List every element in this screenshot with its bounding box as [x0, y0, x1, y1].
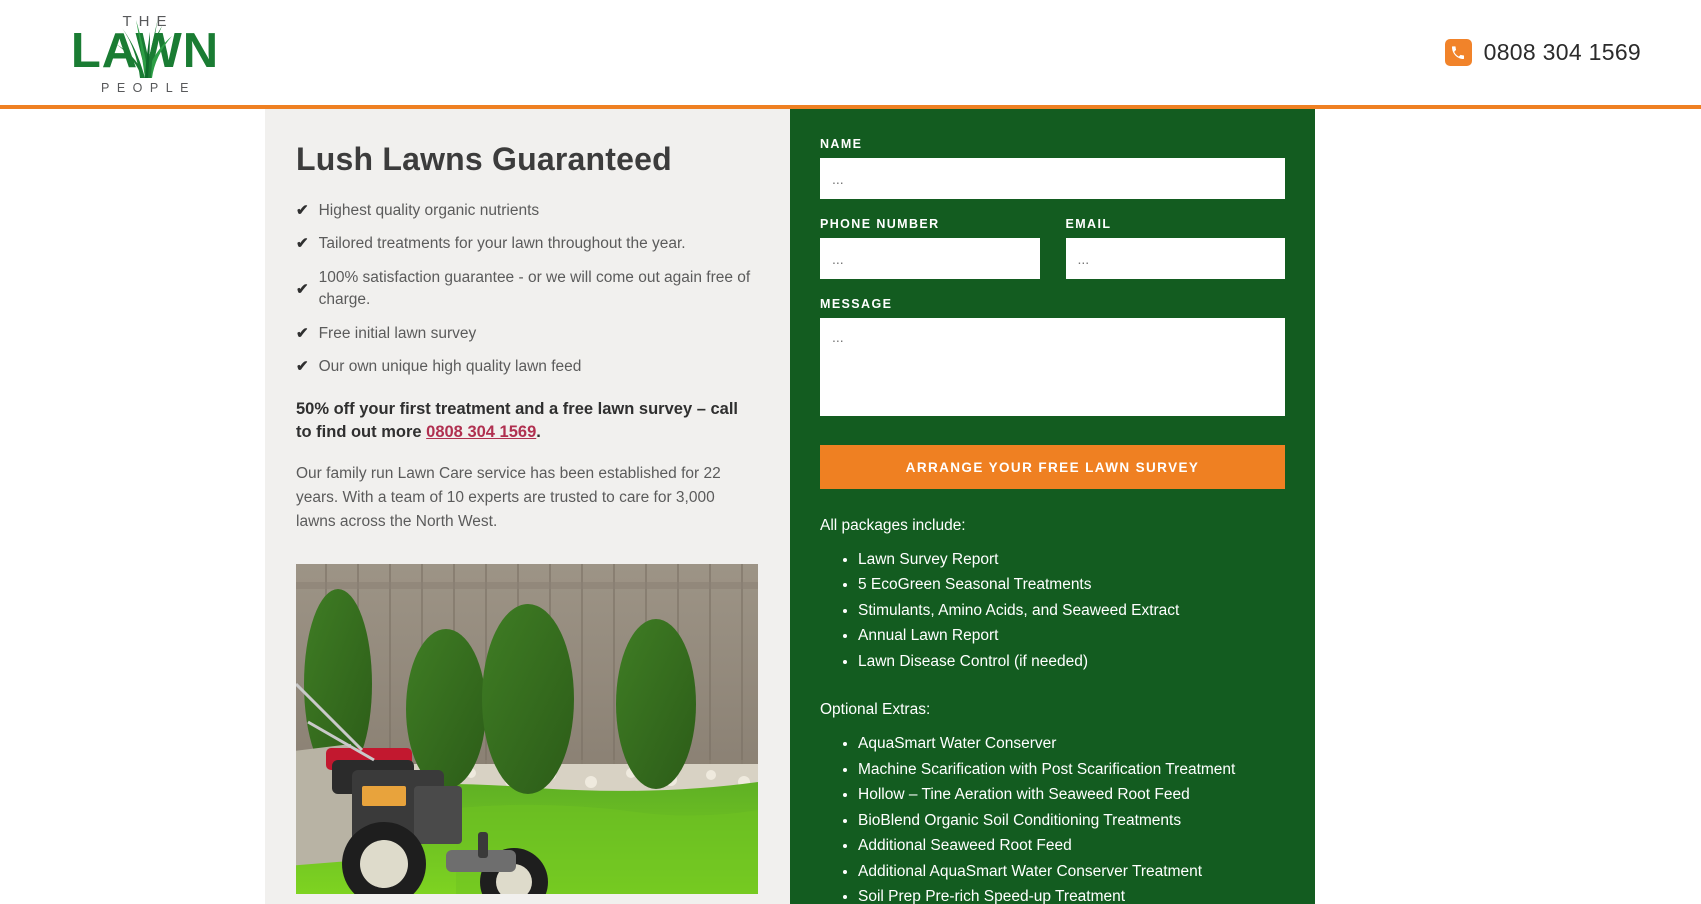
page-title: Lush Lawns Guaranteed — [296, 141, 672, 177]
extras-list: AquaSmart Water Conserver Machine Scarif… — [820, 733, 1285, 904]
email-label: EMAIL — [1065, 217, 1112, 231]
phone-input[interactable] — [820, 238, 1040, 279]
right-gutter — [1315, 109, 1701, 904]
check-icon: ✔ — [296, 324, 309, 342]
logo-line-people: PEOPLE — [100, 81, 197, 96]
benefit-text: 100% satisfaction guarantee - or we will… — [318, 268, 751, 309]
list-item: Lawn Disease Control (if needed) — [858, 651, 1285, 673]
promo-paragraph: 50% off your first treatment and a free … — [296, 398, 756, 445]
left-gutter — [0, 109, 265, 904]
benefit-text: Our own unique high quality lawn feed — [318, 358, 582, 376]
check-icon: ✔ — [296, 235, 309, 253]
phone-label: PHONE NUMBER — [820, 217, 940, 231]
promo-text-after: . — [536, 423, 541, 442]
packages-heading: All packages include: — [820, 517, 966, 534]
list-item: ✔ Highest quality organic nutrients — [296, 200, 756, 222]
list-item: Soil Prep Pre-rich Speed-up Treatment — [858, 886, 1285, 904]
contact-field-row: PHONE NUMBER EMAIL — [820, 217, 1285, 279]
list-item: ✔ Our own unique high quality lawn feed — [296, 356, 756, 378]
list-item: Annual Lawn Report — [858, 625, 1285, 647]
phone-icon — [1444, 39, 1472, 66]
main-content: Lush Lawns Guaranteed ✔ Highest quality … — [0, 109, 1701, 904]
header-phone-number: 0808 304 1569 — [1483, 39, 1641, 65]
list-item: Hollow – Tine Aeration with Seaweed Root… — [858, 784, 1285, 806]
name-field-group: NAME — [820, 137, 1285, 199]
list-item: ✔ Free initial lawn survey — [296, 323, 756, 345]
packages-list: Lawn Survey Report 5 EcoGreen Seasonal T… — [820, 549, 1285, 673]
message-input[interactable] — [820, 318, 1285, 416]
logo-wordmark: LAWN — [58, 18, 233, 79]
name-label: NAME — [820, 137, 863, 151]
list-item: Additional AquaSmart Water Conserver Tre… — [858, 861, 1285, 883]
phone-field-group: PHONE NUMBER — [820, 217, 1040, 279]
list-item: BioBlend Organic Soil Conditioning Treat… — [858, 810, 1285, 832]
message-field-group: MESSAGE — [820, 297, 1285, 421]
email-field-group: EMAIL — [1065, 217, 1285, 279]
site-logo[interactable]: THE LAWN PEOPLE — [50, 10, 240, 95]
company-blurb: Our family run Lawn Care service has bee… — [296, 464, 721, 530]
list-item: AquaSmart Water Conserver — [858, 733, 1285, 755]
logo-word-lawn: LAWN — [70, 24, 220, 79]
submit-button[interactable]: ARRANGE YOUR FREE LAWN SURVEY — [820, 445, 1285, 489]
message-label: MESSAGE — [820, 297, 893, 311]
check-icon: ✔ — [296, 358, 309, 376]
email-input[interactable] — [1065, 238, 1285, 279]
list-item: Stimulants, Amino Acids, and Seaweed Ext… — [858, 600, 1285, 622]
list-item: 5 EcoGreen Seasonal Treatments — [858, 574, 1285, 596]
name-input[interactable] — [820, 158, 1285, 199]
benefit-text: Free initial lawn survey — [318, 324, 477, 342]
lawn-mower-photo — [296, 563, 758, 894]
benefit-text: Highest quality organic nutrients — [318, 202, 540, 219]
info-panel: Lush Lawns Guaranteed ✔ Highest quality … — [265, 109, 790, 904]
benefit-text: Tailored treatments for your lawn throug… — [318, 235, 686, 253]
extras-heading: Optional Extras: — [820, 701, 931, 719]
list-item: Machine Scarification with Post Scarific… — [858, 759, 1285, 781]
list-item: ✔ Tailored treatments for your lawn thro… — [296, 233, 756, 255]
list-item: Additional Seaweed Root Feed — [858, 835, 1285, 857]
site-header: THE LAWN PEOPLE 0808 304 1569 — [0, 0, 1701, 105]
promo-phone-link[interactable]: 0808 304 1569 — [426, 423, 536, 441]
header-phone-link[interactable]: 0808 304 1569 — [1444, 39, 1641, 66]
benefits-list: ✔ Highest quality organic nutrients ✔ Ta… — [296, 200, 756, 379]
lead-form-panel: NAME PHONE NUMBER EMAIL MESSAGE ARRANGE … — [790, 109, 1315, 904]
list-item: Lawn Survey Report — [858, 549, 1285, 571]
check-icon: ✔ — [296, 280, 309, 298]
list-item: ✔ 100% satisfaction guarantee - or we wi… — [296, 267, 756, 312]
check-icon: ✔ — [296, 202, 309, 219]
